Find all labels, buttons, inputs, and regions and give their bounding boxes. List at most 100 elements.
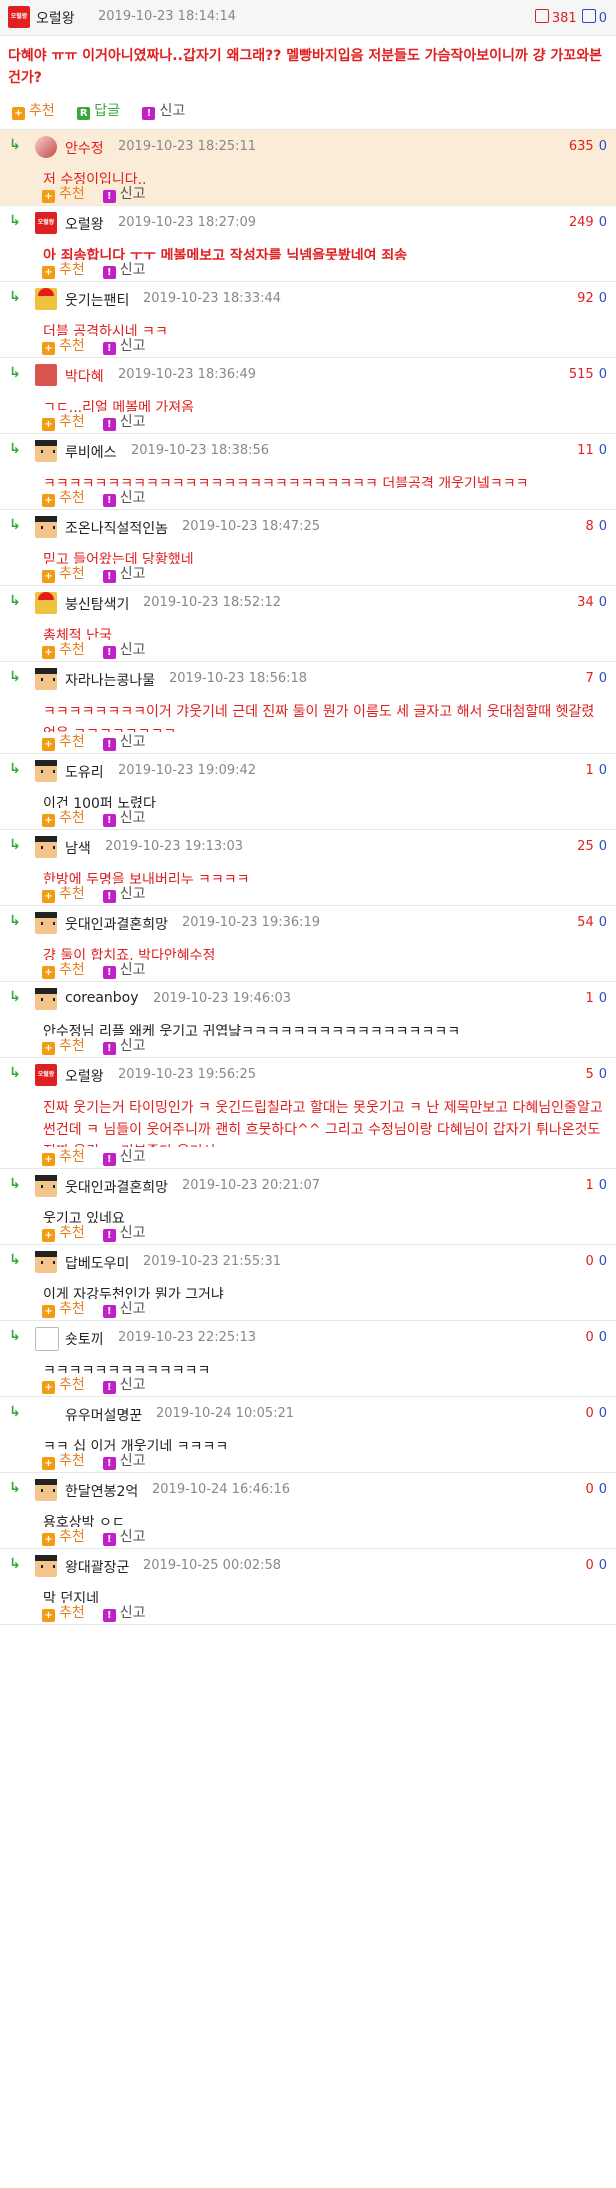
post-author-name[interactable]: 오럴왕 <box>36 8 75 28</box>
commenter-name[interactable]: 도유리 <box>65 762 104 782</box>
commenter-name[interactable]: 조온나직설적인놈 <box>65 518 168 538</box>
commenter-avatar[interactable] <box>35 1251 57 1273</box>
comment-down-count[interactable]: 0 <box>599 671 607 686</box>
report-button[interactable]: ! 신고 <box>102 335 146 355</box>
commenter-avatar[interactable]: 오럴왕 <box>35 212 57 234</box>
comment-down-count[interactable]: 0 <box>599 839 607 854</box>
commenter-name[interactable]: 답베도우미 <box>65 1253 129 1273</box>
commenter-avatar[interactable] <box>35 1175 57 1197</box>
comment-down-count[interactable]: 0 <box>599 139 607 154</box>
report-button[interactable]: ! 신고 <box>102 883 146 903</box>
report-button[interactable]: ! 신고 <box>142 100 185 120</box>
commenter-avatar[interactable] <box>35 288 57 310</box>
commenter-name[interactable]: 안수정 <box>65 138 104 158</box>
comment-down-count[interactable]: 0 <box>599 1067 607 1082</box>
comment-up-count[interactable]: 7 <box>585 671 593 686</box>
commenter-name[interactable]: 웃기는팬티 <box>65 290 129 310</box>
comment-down-count[interactable]: 0 <box>599 367 607 382</box>
recommend-button[interactable]: + 추천 <box>12 100 55 120</box>
comment-up-count[interactable]: 1 <box>585 763 593 778</box>
comment-up-count[interactable]: 1 <box>585 1178 593 1193</box>
comment-down-count[interactable]: 0 <box>599 443 607 458</box>
recommend-button[interactable]: + 추천 <box>42 883 85 903</box>
recommend-button[interactable]: + 추천 <box>42 563 85 583</box>
recommend-button[interactable]: + 추천 <box>42 959 85 979</box>
recommend-button[interactable]: + 추천 <box>42 731 85 751</box>
comment-up-count[interactable]: 5 <box>585 1067 593 1082</box>
report-button[interactable]: ! 신고 <box>102 639 146 659</box>
comment-up-count[interactable]: 54 <box>577 915 594 930</box>
commenter-avatar[interactable] <box>35 760 57 782</box>
commenter-name[interactable]: 루비에스 <box>65 442 117 462</box>
commenter-avatar[interactable] <box>35 668 57 690</box>
commenter-avatar[interactable] <box>35 1555 57 1577</box>
report-button[interactable]: ! 신고 <box>102 1602 146 1622</box>
thumbs-down-icon[interactable] <box>581 9 596 23</box>
comment-down-count[interactable]: 0 <box>599 991 607 1006</box>
recommend-button[interactable]: + 추천 <box>42 183 85 203</box>
comment-down-count[interactable]: 0 <box>599 595 607 610</box>
recommend-button[interactable]: + 추천 <box>42 1374 85 1394</box>
comment-up-count[interactable]: 0 <box>585 1254 593 1269</box>
recommend-button[interactable]: + 추천 <box>42 1602 85 1622</box>
commenter-avatar[interactable] <box>35 364 57 386</box>
comment-down-count[interactable]: 0 <box>599 1558 607 1573</box>
recommend-button[interactable]: + 추천 <box>42 1450 85 1470</box>
comment-up-count[interactable]: 8 <box>585 519 593 534</box>
recommend-button[interactable]: + 추천 <box>42 411 85 431</box>
commenter-avatar[interactable] <box>35 516 57 538</box>
commenter-name[interactable]: 한달연봉2억 <box>65 1481 138 1501</box>
recommend-button[interactable]: + 추천 <box>42 1298 85 1318</box>
commenter-name[interactable]: 박다혜 <box>65 366 104 386</box>
comment-down-count[interactable]: 0 <box>599 1330 607 1345</box>
comment-up-count[interactable]: 1 <box>585 991 593 1006</box>
commenter-name[interactable]: 웃대인과결혼희망 <box>65 914 168 934</box>
commenter-name[interactable]: 붕신탐색기 <box>65 594 129 614</box>
comment-down-count[interactable]: 0 <box>599 519 607 534</box>
comment-up-count[interactable]: 34 <box>577 595 594 610</box>
recommend-button[interactable]: + 추천 <box>42 259 85 279</box>
commenter-avatar[interactable] <box>35 836 57 858</box>
comment-up-count[interactable]: 25 <box>577 839 594 854</box>
recommend-button[interactable]: + 추천 <box>42 1035 85 1055</box>
recommend-button[interactable]: + 추천 <box>42 639 85 659</box>
commenter-name[interactable]: 숏토끼 <box>65 1329 104 1349</box>
recommend-button[interactable]: + 추천 <box>42 1222 85 1242</box>
commenter-avatar[interactable] <box>35 912 57 934</box>
report-button[interactable]: ! 신고 <box>102 487 146 507</box>
commenter-name[interactable]: 오럴왕 <box>65 1066 104 1086</box>
comment-down-count[interactable]: 0 <box>599 291 607 306</box>
comment-up-count[interactable]: 515 <box>569 367 594 382</box>
comment-down-count[interactable]: 0 <box>599 1254 607 1269</box>
comment-up-count[interactable]: 0 <box>585 1482 593 1497</box>
report-button[interactable]: ! 신고 <box>102 1526 146 1546</box>
comment-down-count[interactable]: 0 <box>599 1406 607 1421</box>
comment-up-count[interactable]: 249 <box>569 215 594 230</box>
recommend-button[interactable]: + 추천 <box>42 1146 85 1166</box>
report-button[interactable]: ! 신고 <box>102 1222 146 1242</box>
commenter-avatar[interactable] <box>35 440 57 462</box>
recommend-button[interactable]: + 추천 <box>42 1526 85 1546</box>
reply-button[interactable]: R 답글 <box>77 100 120 120</box>
report-button[interactable]: ! 신고 <box>102 1146 146 1166</box>
commenter-avatar[interactable] <box>35 136 57 158</box>
comment-up-count[interactable]: 92 <box>577 291 594 306</box>
commenter-avatar[interactable] <box>35 988 57 1010</box>
report-button[interactable]: ! 신고 <box>102 1450 146 1470</box>
commenter-avatar[interactable] <box>35 1479 57 1501</box>
report-button[interactable]: ! 신고 <box>102 259 146 279</box>
commenter-name[interactable]: 웃대인과결혼희망 <box>65 1177 168 1197</box>
comment-up-count[interactable]: 0 <box>585 1558 593 1573</box>
comment-down-count[interactable]: 0 <box>599 1482 607 1497</box>
recommend-button[interactable]: + 추천 <box>42 335 85 355</box>
commenter-name[interactable]: 남색 <box>65 838 91 858</box>
recommend-button[interactable]: + 추천 <box>42 807 85 827</box>
commenter-name[interactable]: 왕대괄장군 <box>65 1557 129 1577</box>
report-button[interactable]: ! 신고 <box>102 731 146 751</box>
report-button[interactable]: ! 신고 <box>102 959 146 979</box>
report-button[interactable]: ! 신고 <box>102 1035 146 1055</box>
report-button[interactable]: ! 신고 <box>102 1374 146 1394</box>
commenter-avatar[interactable] <box>35 1403 57 1425</box>
commenter-name[interactable]: 자라나는콩나물 <box>65 670 155 690</box>
report-button[interactable]: ! 신고 <box>102 183 146 203</box>
